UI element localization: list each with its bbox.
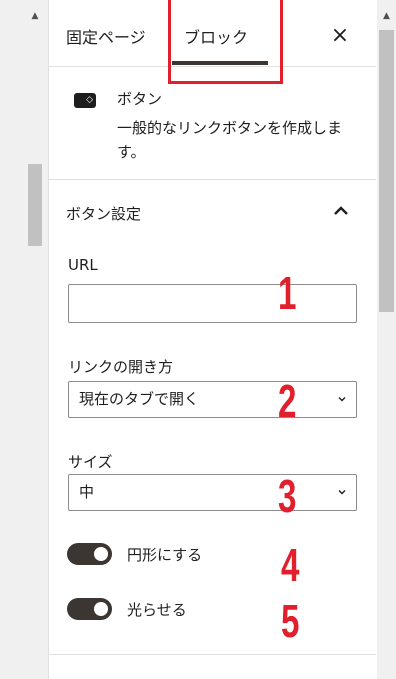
sidebar-scroll-thumb[interactable] xyxy=(379,30,394,312)
editor-scroll-thumb[interactable] xyxy=(28,164,42,246)
scroll-up-arrow-icon[interactable]: ▲ xyxy=(377,8,396,24)
block-title: ボタン xyxy=(117,90,163,108)
annotation-number-2: 2 xyxy=(278,375,297,427)
round-toggle[interactable] xyxy=(67,543,112,565)
link-open-select[interactable]: 現在のタブで開く xyxy=(68,381,357,418)
link-open-value: 現在のタブで開く xyxy=(79,390,200,408)
annotation-number-1: 1 xyxy=(278,267,297,319)
tab-page[interactable]: 固定ページ xyxy=(66,24,146,48)
annotation-number-5: 5 xyxy=(281,595,300,647)
shine-toggle[interactable] xyxy=(67,598,112,620)
link-open-label: リンクの開き方 xyxy=(68,358,174,376)
toggle-knob xyxy=(94,602,108,616)
editor-scrollbar[interactable] xyxy=(26,0,44,679)
section-divider xyxy=(48,654,376,655)
block-card: ◇ ボタン 一般的なリンクボタンを作成します。 xyxy=(48,66,376,180)
scroll-up-arrow-icon[interactable]: ▲ xyxy=(26,8,44,24)
shine-label: 光らせる xyxy=(127,601,187,619)
block-description: 一般的なリンクボタンを作成します。 xyxy=(117,119,343,161)
button-block-icon: ◇ xyxy=(74,93,96,108)
round-label: 円形にする xyxy=(127,546,203,564)
url-label: URL xyxy=(68,256,98,274)
toggle-knob xyxy=(94,547,108,561)
close-icon[interactable]: × xyxy=(326,22,354,50)
annotation-number-4: 4 xyxy=(281,539,300,591)
panel-title-button-settings[interactable]: ボタン設定 xyxy=(66,203,141,224)
annotation-number-3: 3 xyxy=(278,470,297,522)
chevron-down-icon xyxy=(338,397,346,402)
size-select[interactable]: 中 xyxy=(68,474,357,511)
chevron-up-icon[interactable] xyxy=(330,200,352,222)
chevron-down-icon xyxy=(338,490,346,495)
size-label: サイズ xyxy=(68,453,113,471)
size-value: 中 xyxy=(79,483,95,501)
url-input[interactable] xyxy=(68,284,357,323)
